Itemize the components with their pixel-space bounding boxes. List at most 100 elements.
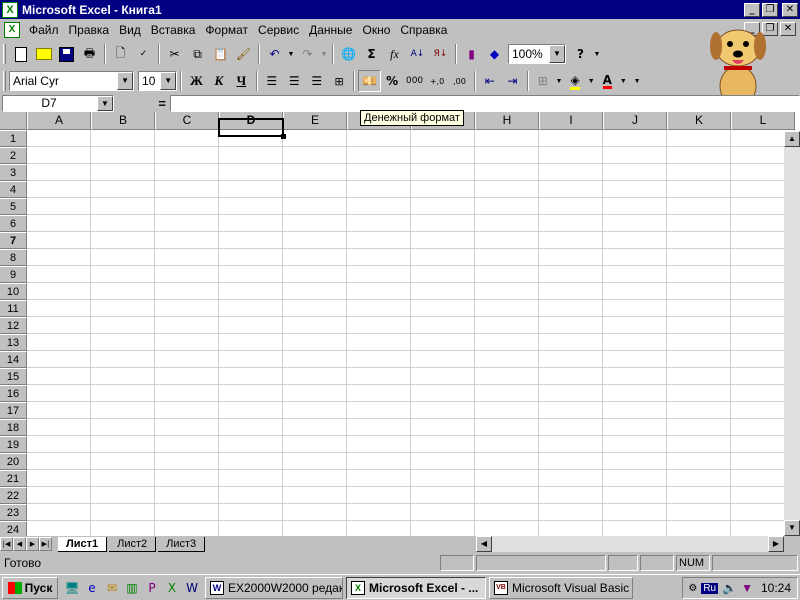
- row-header[interactable]: 19: [0, 436, 27, 453]
- row-header[interactable]: 9: [0, 266, 27, 283]
- align-left-button[interactable]: ☰: [261, 70, 283, 92]
- column-header[interactable]: A: [27, 112, 91, 130]
- quicklaunch-outlook-icon[interactable]: ✉: [102, 578, 122, 598]
- row-header[interactable]: 13: [0, 334, 27, 351]
- quicklaunch-excel-icon[interactable]: X: [162, 578, 182, 598]
- menu-file[interactable]: Файл: [24, 23, 64, 37]
- office-assistant-button[interactable]: ?: [569, 43, 592, 65]
- row-header[interactable]: 12: [0, 317, 27, 334]
- paste-function-button[interactable]: fx: [383, 43, 406, 65]
- scroll-down-icon[interactable]: ▼: [784, 520, 800, 536]
- scroll-right-icon[interactable]: ▶: [768, 536, 784, 552]
- new-button[interactable]: [9, 43, 32, 65]
- task-excel[interactable]: X Microsoft Excel - ...: [346, 576, 486, 599]
- align-center-button[interactable]: ☰: [283, 70, 305, 92]
- row-header[interactable]: 8: [0, 249, 27, 266]
- toolbar-grip[interactable]: [3, 71, 6, 91]
- more-buttons-icon[interactable]: ▼: [592, 51, 602, 58]
- decrease-decimal-button[interactable]: ,00: [448, 70, 470, 92]
- minimize-button[interactable]: _: [744, 2, 760, 17]
- menu-window[interactable]: Окно: [357, 23, 395, 37]
- quicklaunch-ie-icon[interactable]: e: [82, 578, 102, 598]
- spelling-button[interactable]: ✓: [132, 43, 155, 65]
- scroll-left-icon[interactable]: ◀: [476, 536, 492, 552]
- row-header[interactable]: 7: [0, 232, 27, 249]
- row-header[interactable]: 17: [0, 402, 27, 419]
- title-bar[interactable]: X Microsoft Excel - Книга1 _ ❐ ✕: [0, 0, 800, 19]
- first-sheet-icon[interactable]: |◀: [0, 537, 13, 551]
- comma-style-button[interactable]: 000: [403, 70, 425, 92]
- workbook-icon[interactable]: X: [4, 22, 20, 38]
- toolbar-grip[interactable]: [3, 44, 6, 64]
- row-header[interactable]: 6: [0, 215, 27, 232]
- prev-sheet-icon[interactable]: ◀: [13, 537, 26, 551]
- column-header[interactable]: H: [475, 112, 539, 130]
- close-button[interactable]: ✕: [782, 2, 798, 17]
- column-header[interactable]: C: [155, 112, 219, 130]
- start-button[interactable]: Пуск: [2, 576, 58, 599]
- print-preview-button[interactable]: 🗋: [109, 43, 132, 65]
- redo-dropdown-icon[interactable]: ▼: [319, 51, 329, 58]
- zoom-dropdown-icon[interactable]: ▼: [549, 45, 565, 63]
- font-color-button[interactable]: A: [596, 70, 618, 92]
- active-cell[interactable]: [218, 118, 286, 139]
- menu-help[interactable]: Справка: [395, 23, 452, 37]
- quicklaunch-binder-icon[interactable]: ▥: [122, 578, 142, 598]
- undo-dropdown-icon[interactable]: ▼: [286, 51, 296, 58]
- percent-style-button[interactable]: %: [381, 70, 403, 92]
- formula-input[interactable]: [170, 94, 800, 112]
- row-header[interactable]: 20: [0, 453, 27, 470]
- next-sheet-icon[interactable]: ▶: [26, 537, 39, 551]
- align-right-button[interactable]: ☰: [305, 70, 327, 92]
- restore-button[interactable]: ❐: [762, 2, 778, 17]
- open-button[interactable]: [32, 43, 55, 65]
- row-header[interactable]: 3: [0, 164, 27, 181]
- task-visual-basic[interactable]: VB Microsoft Visual Basic ...: [489, 576, 633, 599]
- sheet-tab-1[interactable]: Лист1: [58, 536, 108, 552]
- more-buttons-icon[interactable]: ▼: [632, 78, 642, 85]
- save-button[interactable]: [55, 43, 78, 65]
- bold-button[interactable]: Ж: [185, 70, 207, 92]
- row-header[interactable]: 23: [0, 504, 27, 521]
- row-header[interactable]: 1: [0, 130, 27, 147]
- format-painter-button[interactable]: 🖌: [232, 43, 255, 65]
- italic-button[interactable]: К: [208, 70, 230, 92]
- undo-button[interactable]: ↶: [263, 43, 286, 65]
- row-header[interactable]: 14: [0, 351, 27, 368]
- font-size-dropdown-icon[interactable]: ▼: [160, 72, 177, 90]
- menu-view[interactable]: Вид: [114, 23, 146, 37]
- column-header[interactable]: I: [539, 112, 603, 130]
- row-header[interactable]: 11: [0, 300, 27, 317]
- quicklaunch-desktop-icon[interactable]: 🖥: [62, 578, 82, 598]
- column-header[interactable]: K: [667, 112, 731, 130]
- clock[interactable]: 10:24: [761, 581, 791, 595]
- column-header[interactable]: B: [91, 112, 155, 130]
- menu-data[interactable]: Данные: [304, 23, 357, 37]
- merge-center-button[interactable]: ⊞: [328, 70, 350, 92]
- name-box-dropdown-icon[interactable]: ▼: [97, 95, 113, 111]
- row-header[interactable]: 15: [0, 368, 27, 385]
- row-header[interactable]: 2: [0, 147, 27, 164]
- last-sheet-icon[interactable]: ▶|: [39, 537, 52, 551]
- borders-button[interactable]: ⊞: [532, 70, 554, 92]
- horizontal-scrollbar[interactable]: ◀ ▶: [476, 536, 784, 552]
- chart-wizard-button[interactable]: ▮: [460, 43, 483, 65]
- font-size-select[interactable]: 10 ▼: [138, 71, 178, 91]
- menu-format[interactable]: Формат: [200, 23, 253, 37]
- redo-button[interactable]: ↷: [296, 43, 319, 65]
- worksheet-grid[interactable]: ABCDEFGHIJKL 123456789101112131415161718…: [0, 112, 800, 536]
- task-word-document[interactable]: W EX2000W2000 редак...: [205, 576, 343, 599]
- paste-button[interactable]: 📋: [209, 43, 232, 65]
- cut-button[interactable]: ✂: [163, 43, 186, 65]
- row-header[interactable]: 24: [0, 521, 27, 536]
- column-header[interactable]: J: [603, 112, 667, 130]
- vertical-scrollbar[interactable]: ▲ ▼: [784, 131, 800, 536]
- workbook-close-button[interactable]: ✕: [780, 22, 796, 36]
- excel-app-icon[interactable]: X: [2, 1, 18, 18]
- print-button[interactable]: 🖶: [78, 43, 101, 65]
- font-name-select[interactable]: Arial Cyr ▼: [8, 71, 135, 91]
- borders-dropdown-icon[interactable]: ▼: [554, 78, 564, 85]
- quicklaunch-word-icon[interactable]: W: [182, 578, 202, 598]
- volume-icon[interactable]: 🔈: [722, 581, 737, 595]
- column-header[interactable]: L: [731, 112, 795, 130]
